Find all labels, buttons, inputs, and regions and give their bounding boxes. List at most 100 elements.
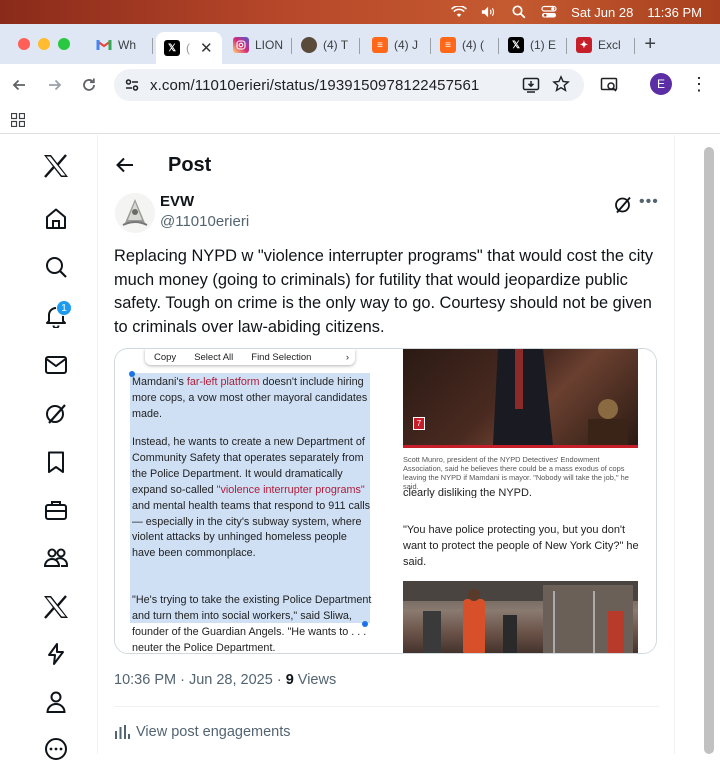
chrome-menu-icon[interactable]: ⋮ [690, 75, 708, 93]
reload-button[interactable] [78, 74, 100, 96]
photo-caption: Scott Munro, president of the NYPD Detec… [403, 455, 629, 491]
find-selection-menu-item: Find Selection [251, 351, 312, 363]
article-photo-1 [403, 349, 638, 445]
menubar-time[interactable]: 11:36 PM [647, 5, 702, 20]
tab-x-2[interactable]: 𝕏 (1) E [508, 32, 560, 58]
tab-label: (4) ( [462, 38, 484, 52]
spotlight-search-icon[interactable] [511, 5, 527, 19]
substack-icon: ≡ [440, 37, 456, 53]
view-engagements-link[interactable]: View post engagements [114, 724, 291, 740]
premium-x-icon[interactable] [42, 593, 70, 621]
analytics-icon [115, 725, 130, 739]
views-count: 9 [285, 672, 294, 688]
tab-substack-1[interactable]: ≡ (4) J [372, 32, 424, 58]
tab-label: (4) T [323, 38, 349, 52]
podcast-icon [301, 37, 317, 53]
tab-news[interactable]: ✦ Excl [576, 32, 632, 58]
post-image[interactable]: Copy Select All Find Selection › Mamdani… [114, 348, 657, 654]
back-arrow-icon[interactable] [115, 155, 135, 175]
author-handle[interactable]: @11010erieri [160, 213, 249, 230]
author-name[interactable]: EVW [160, 193, 194, 210]
author-avatar[interactable] [115, 193, 155, 233]
maximize-window-button[interactable] [58, 38, 70, 50]
tab-separator [152, 38, 153, 54]
substack-icon: ≡ [372, 37, 388, 53]
more-options-icon[interactable] [42, 735, 70, 763]
control-center-icon[interactable] [541, 5, 557, 19]
tab-label: Wh [118, 38, 136, 52]
tab-label: (1) E [530, 38, 557, 52]
jobs-icon[interactable] [42, 496, 70, 524]
article-photo-2 [403, 581, 638, 653]
article-partial-line: clearly disliking the NYPD. [403, 488, 532, 498]
divider [114, 706, 659, 707]
url-text[interactable]: x.com/11010erieri/status/193915097812245… [150, 77, 479, 94]
news-icon: ✦ [576, 37, 592, 53]
page-scrollbar[interactable] [704, 147, 714, 754]
tab-label: Excl [598, 38, 621, 52]
tab-separator [291, 38, 292, 54]
tab-substack-2[interactable]: ≡ (4) ( [440, 32, 492, 58]
back-button[interactable] [8, 74, 30, 96]
article-paragraph-1: Mamdani's far-left platform doesn't incl… [132, 376, 368, 420]
profile-icon[interactable] [42, 688, 70, 716]
profile-avatar[interactable]: E [650, 73, 672, 95]
close-window-button[interactable] [18, 38, 30, 50]
apps-grid-icon[interactable] [10, 112, 26, 132]
grok-explain-icon[interactable] [613, 195, 633, 215]
volume-icon[interactable] [481, 5, 497, 19]
tab-x-post[interactable]: 𝕏 ( ✕ [156, 32, 222, 64]
x-page: 1 Post EVW @11010erieri ••• Replacing NY… [0, 135, 720, 760]
menubar-date[interactable]: Sat Jun 28 [571, 5, 633, 20]
article-paragraph-2: Instead, he wants to create a new Depart… [132, 436, 371, 560]
window-controls [18, 38, 70, 50]
tab-separator [498, 38, 499, 54]
chevron-right-icon: › [345, 351, 349, 363]
site-info-icon[interactable] [124, 77, 140, 93]
ny-post-logo: 7 [413, 417, 425, 430]
bookmarks-bar [0, 106, 720, 134]
macos-menubar: Sat Jun 28 11:36 PM [0, 0, 720, 24]
x-sidebar: 1 [0, 135, 98, 760]
tab-separator [359, 38, 360, 54]
bookmarks-icon[interactable] [42, 448, 70, 476]
address-bar[interactable]: x.com/11010erieri/status/193915097812245… [114, 69, 584, 101]
minimize-window-button[interactable] [38, 38, 50, 50]
instagram-icon [233, 37, 249, 53]
explore-icon[interactable] [42, 253, 70, 281]
bookmark-star-icon[interactable] [552, 75, 570, 98]
x-icon: 𝕏 [508, 37, 524, 53]
arrow-right-icon [49, 79, 62, 91]
tab-instagram[interactable]: LION [233, 32, 285, 58]
verified-orgs-icon[interactable] [42, 640, 70, 668]
home-icon[interactable] [42, 205, 70, 233]
new-tab-button[interactable]: + [644, 33, 656, 56]
tab-search-icon[interactable] [600, 76, 618, 99]
page-title: Post [168, 154, 212, 176]
tab-separator [430, 38, 431, 54]
grok-icon[interactable] [42, 400, 70, 428]
select-all-menu-item: Select All [194, 351, 234, 363]
wifi-icon[interactable] [451, 5, 468, 19]
messages-icon[interactable] [42, 351, 70, 379]
communities-icon[interactable] [42, 544, 70, 572]
tab-gmail[interactable]: Wh [96, 32, 142, 58]
install-app-icon[interactable] [522, 76, 540, 99]
arrow-left-icon [12, 79, 25, 91]
photo-divider [403, 445, 638, 448]
article-screenshot-right: 7 Scott Munro, president of the NYPD Det… [387, 349, 656, 653]
tab-label: (4) J [394, 38, 418, 52]
gmail-icon [96, 37, 112, 53]
article-paragraph-3: "He's trying to take the existing Police… [132, 594, 372, 654]
more-horizontal-icon[interactable]: ••• [639, 193, 659, 211]
post-timestamp[interactable]: 10:36 PM · Jun 28, 2025 · 9 Views [114, 672, 336, 688]
browser-toolbar: x.com/11010erieri/status/193915097812245… [0, 64, 720, 106]
forward-button[interactable] [44, 74, 66, 96]
x-logo-icon[interactable] [42, 152, 70, 180]
tab-separator [566, 38, 567, 54]
tab-podcast[interactable]: (4) T [301, 32, 351, 58]
tab-label: ( [186, 41, 190, 55]
notification-badge: 1 [56, 300, 72, 316]
close-tab-icon[interactable]: ✕ [200, 39, 213, 57]
article-quote: "You have police protecting you, but you… [403, 524, 639, 568]
